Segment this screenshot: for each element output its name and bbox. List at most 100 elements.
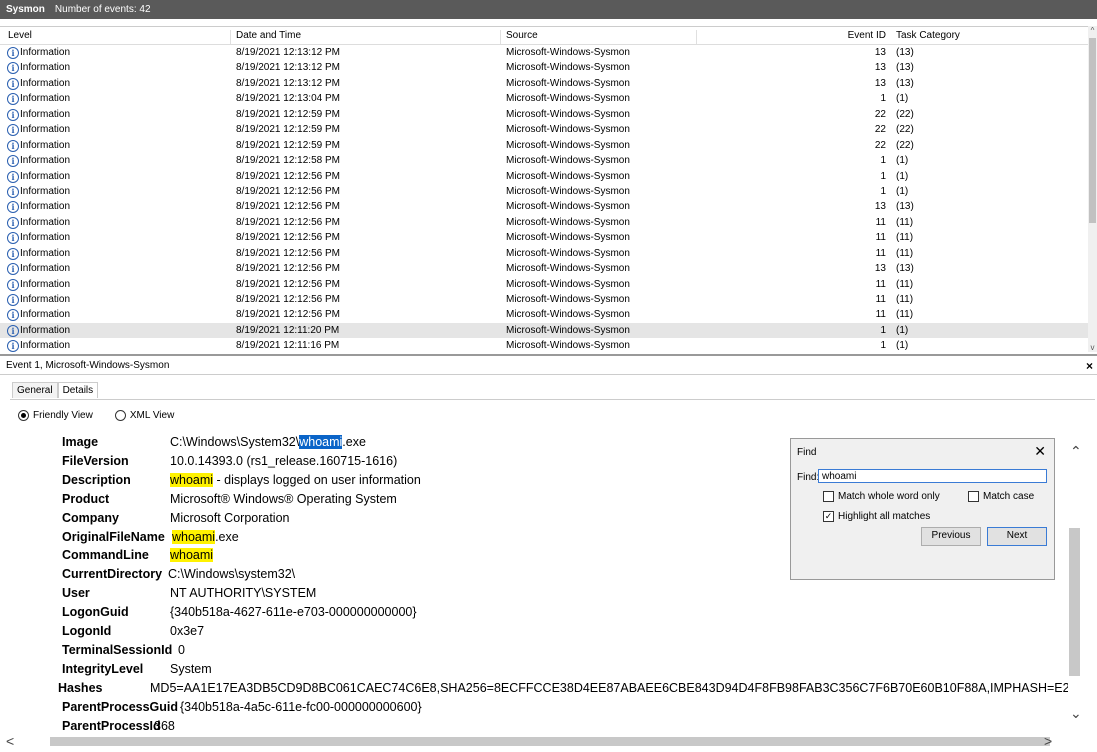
find-input[interactable]: whoami — [818, 469, 1047, 483]
event-date: 8/19/2021 12:12:58 PM — [236, 155, 340, 167]
checkbox-box[interactable] — [968, 491, 979, 502]
detail-key: ParentProcessId — [62, 718, 161, 733]
event-id: 1 — [880, 155, 886, 167]
detail-value-text: {340b518a-4627-611e-e703-000000000000} — [170, 605, 417, 620]
find-close-icon[interactable]: ✕ — [1034, 443, 1046, 460]
match-case-label[interactable]: Match case — [983, 491, 1034, 502]
friendly-view-label[interactable]: Friendly View — [33, 410, 93, 421]
event-date: 8/19/2021 12:13:04 PM — [236, 93, 340, 105]
event-task-category: (1) — [896, 170, 909, 182]
event-row[interactable]: i Information 8/19/2021 12:12:56 PM Microso… — [0, 215, 1088, 230]
detail-value: NT AUTHORITY\SYSTEM — [170, 586, 316, 600]
match-whole-word-checkbox[interactable]: Match whole word only — [823, 491, 940, 502]
detail-value: whoami - displays logged on user informa… — [170, 472, 421, 487]
event-task-category: (22) — [896, 124, 914, 136]
event-row[interactable]: i Information 8/19/2021 12:13:12 PM Microso… — [0, 76, 1088, 91]
match-case-checkbox[interactable]: Match case — [968, 491, 1034, 502]
event-row[interactable]: i Information 8/19/2021 12:11:16 PM Microso… — [0, 338, 1088, 353]
event-row[interactable]: i Information 8/19/2021 12:12:56 PM Microso… — [0, 246, 1088, 261]
event-id: 11 — [875, 294, 886, 305]
highlight-all-checkbox[interactable]: ✓ Highlight all matches — [823, 511, 930, 522]
chevron-right-icon[interactable]: > — [1044, 733, 1052, 749]
details-scrollbar[interactable]: ⌃ ⌄ — [1068, 433, 1097, 733]
event-row[interactable]: i Information 8/19/2021 12:11:20 PM Microso… — [0, 322, 1088, 339]
scroll-thumb[interactable] — [1089, 38, 1096, 223]
information-icon: i — [7, 77, 19, 90]
details-scroll-thumb[interactable] — [1069, 528, 1080, 676]
event-level: Information — [20, 77, 71, 89]
xml-view-radio[interactable] — [114, 410, 126, 421]
event-list[interactable]: Level Date and Time Source Event ID Task… — [0, 26, 1097, 353]
event-task-category: (11) — [896, 294, 914, 305]
tab-details[interactable]: Details — [57, 382, 99, 398]
column-header-event-id[interactable]: Event ID — [800, 30, 886, 41]
pane-splitter[interactable] — [0, 354, 1097, 356]
detail-key: ParentProcessGuid — [62, 699, 179, 714]
information-icon: i — [7, 324, 19, 337]
detail-value: 0x3e7 — [170, 624, 204, 638]
detail-key: FileVersion — [62, 453, 129, 468]
chevron-up-icon[interactable]: ⌃ — [1070, 443, 1082, 460]
event-row[interactable]: i Information 8/19/2021 12:12:56 PM Microso… — [0, 307, 1088, 322]
event-source: Microsoft-Windows-Sysmon — [506, 324, 630, 336]
event-detail-title: Event 1, Microsoft-Windows-Sysmon — [6, 360, 170, 371]
event-row[interactable]: i Information 8/19/2021 12:13:12 PM Microso… — [0, 60, 1088, 75]
details-hscrollbar[interactable]: < > — [6, 733, 1067, 750]
event-date: 8/19/2021 12:12:59 PM — [236, 139, 340, 151]
event-row[interactable]: i Information 8/19/2021 12:12:59 PM Microso… — [0, 122, 1088, 137]
column-header-level[interactable]: Level — [8, 30, 32, 41]
xml-view-label[interactable]: XML View — [130, 410, 174, 421]
event-source: Microsoft-Windows-Sysmon — [506, 232, 630, 244]
detail-key: OriginalFileName — [62, 529, 165, 544]
information-icon: i — [7, 124, 19, 137]
scroll-up-icon[interactable]: ^ — [1088, 26, 1097, 35]
event-id: 11 — [875, 278, 886, 290]
find-dialog: Find ✕ Find: whoami Match whole word onl… — [790, 438, 1055, 580]
column-header-source[interactable]: Source — [506, 30, 538, 41]
event-source: Microsoft-Windows-Sysmon — [506, 77, 630, 89]
event-row[interactable]: i Information 8/19/2021 12:12:56 PM Microso… — [0, 261, 1088, 276]
information-icon: i — [7, 216, 19, 229]
event-row[interactable]: i Information 8/19/2021 12:12:56 PM Microso… — [0, 199, 1088, 214]
event-task-category: (11) — [896, 247, 914, 259]
detail-value: C:\Windows\System32\whoami.exe — [170, 435, 366, 449]
event-row[interactable]: i Information 8/19/2021 12:12:58 PM Microso… — [0, 153, 1088, 168]
friendly-view-radio[interactable] — [18, 410, 29, 421]
chevron-down-icon[interactable]: ⌄ — [1070, 705, 1082, 722]
event-row[interactable]: i Information 8/19/2021 12:12:56 PM Microso… — [0, 277, 1088, 292]
event-id: 11 — [875, 247, 886, 259]
event-date: 8/19/2021 12:12:56 PM — [236, 294, 340, 305]
event-row[interactable]: i Information 8/19/2021 12:12:59 PM Microso… — [0, 138, 1088, 153]
event-row[interactable]: i Information 8/19/2021 12:12:56 PM Microso… — [0, 292, 1088, 307]
event-row[interactable]: i Information 8/19/2021 12:12:56 PM Microso… — [0, 230, 1088, 245]
event-row[interactable]: i Information 8/19/2021 12:13:04 PM Microso… — [0, 91, 1088, 106]
event-row[interactable]: i Information 8/19/2021 12:13:12 PM Microso… — [0, 45, 1088, 60]
checkbox-box[interactable] — [823, 491, 834, 502]
detail-value-text: - displays logged on user information — [213, 472, 421, 487]
event-row[interactable]: i Information 8/19/2021 12:12:56 PM Microso… — [0, 184, 1088, 199]
highlight-all-label[interactable]: Highlight all matches — [838, 511, 930, 522]
event-row[interactable]: i Information 8/19/2021 12:12:56 PM Microso… — [0, 169, 1088, 184]
close-icon[interactable]: × — [1086, 358, 1093, 374]
detail-key: User — [62, 586, 90, 601]
previous-button[interactable]: Previous — [921, 527, 981, 546]
column-header-task-category[interactable]: Task Category — [896, 30, 960, 41]
tab-general[interactable]: General — [12, 382, 58, 398]
event-id: 13 — [874, 77, 886, 89]
information-icon: i — [7, 201, 19, 214]
detail-value: whoami.exe — [172, 529, 239, 544]
next-button[interactable]: Next — [987, 527, 1047, 546]
checkmark-icon[interactable]: ✓ — [823, 511, 834, 522]
event-row[interactable]: i Information 8/19/2021 12:12:59 PM Microso… — [0, 107, 1088, 122]
event-level: Information — [20, 278, 71, 290]
chevron-left-icon[interactable]: < — [6, 733, 14, 749]
detail-value-text: MD5=AA1E17EA3DB5CD9D8BC061CAEC74C6E8,SHA… — [150, 680, 1068, 695]
scroll-down-icon[interactable]: v — [1088, 343, 1097, 352]
event-date: 8/19/2021 12:12:56 PM — [236, 247, 340, 259]
event-task-category: (1) — [896, 93, 909, 105]
details-hscroll-thumb[interactable] — [50, 737, 1050, 746]
event-level: Information — [20, 93, 71, 105]
event-list-scrollbar[interactable]: ^ v — [1088, 26, 1097, 352]
match-whole-word-label[interactable]: Match whole word only — [838, 491, 940, 502]
column-header-date[interactable]: Date and Time — [236, 30, 301, 41]
